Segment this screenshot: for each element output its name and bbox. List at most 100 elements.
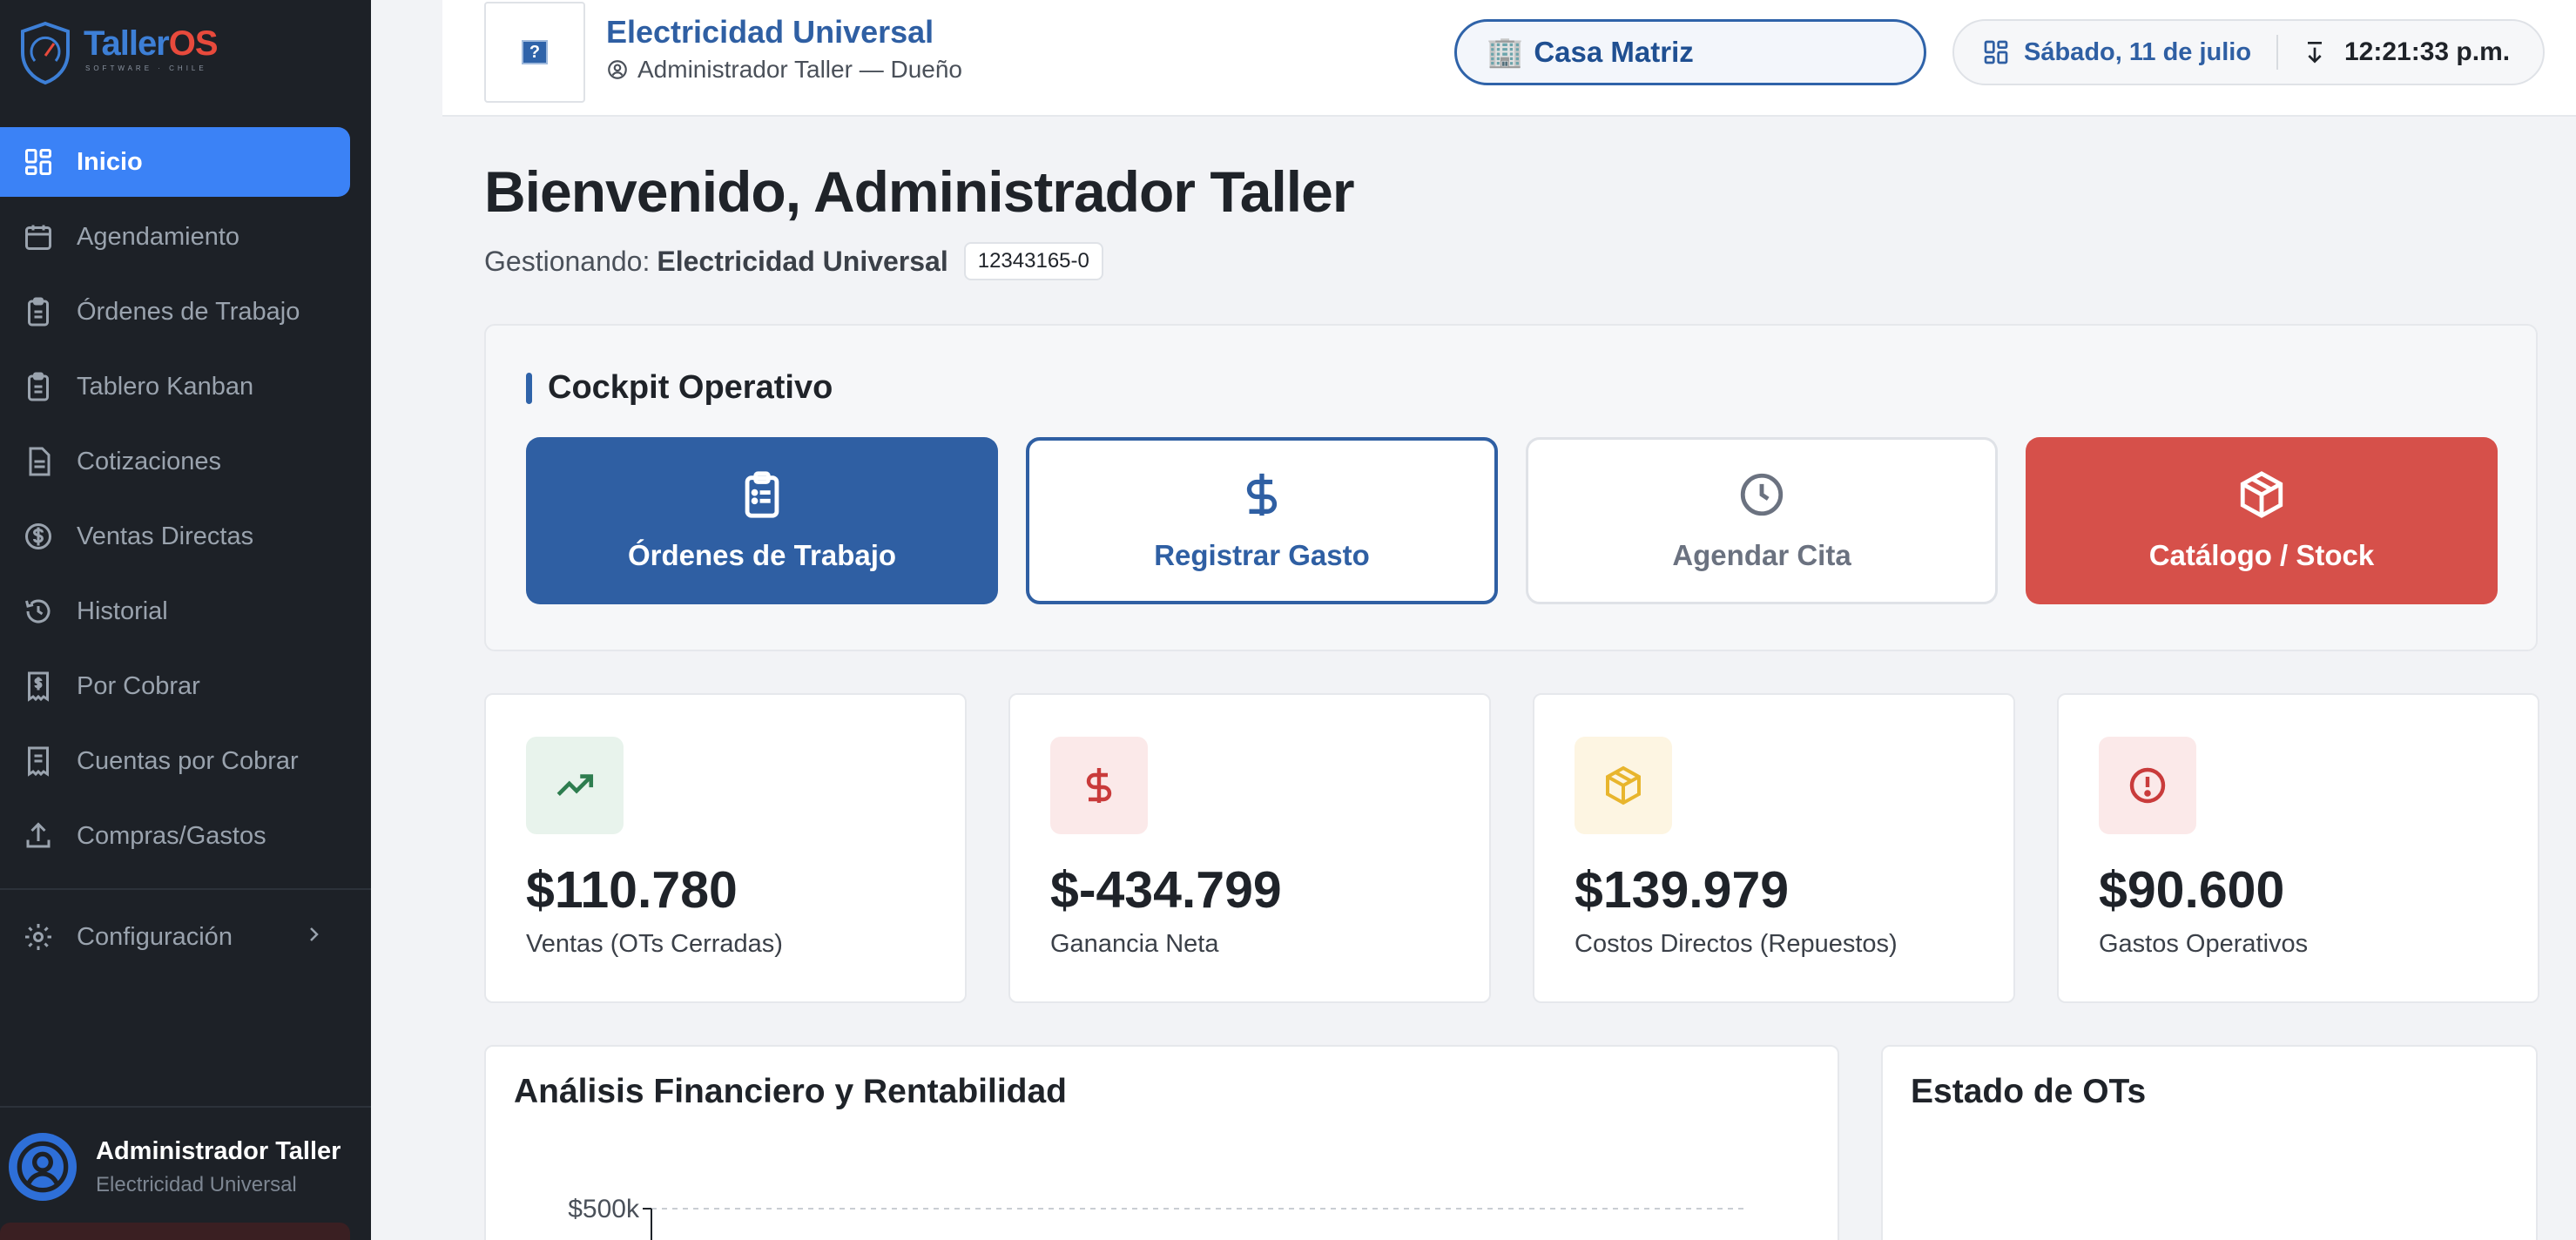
shield-logo-icon bbox=[21, 21, 70, 85]
ot-status-card: Estado de OTs bbox=[1881, 1045, 2538, 1240]
receipt-icon bbox=[21, 744, 56, 778]
user-circle-icon bbox=[17, 1141, 69, 1193]
history-icon bbox=[21, 594, 56, 629]
financial-chart: $500k bbox=[568, 1195, 1749, 1240]
avatar bbox=[9, 1133, 77, 1201]
financial-analysis-card: Análisis Financiero y Rentabilidad $500k bbox=[484, 1045, 1839, 1240]
cockpit-title: Cockpit Operativo bbox=[526, 369, 833, 407]
sidebar-item-label: Órdenes de Trabajo bbox=[77, 297, 300, 326]
stat-label: Ventas (OTs Cerradas) bbox=[526, 930, 783, 958]
current-date: Sábado, 11 de julio bbox=[1954, 38, 2276, 67]
clipboard-icon bbox=[21, 294, 56, 329]
stat-card-gastos: $90.600 Gastos Operativos bbox=[2057, 693, 2539, 1003]
user-circle-icon bbox=[606, 58, 629, 81]
button-label: Catálogo / Stock bbox=[2148, 539, 2375, 571]
stat-value: $110.780 bbox=[526, 861, 738, 919]
clipboard-icon bbox=[737, 469, 787, 520]
cockpit-panel: Cockpit Operativo Órdenes de Trabajo Reg… bbox=[484, 324, 2538, 651]
ordenes-trabajo-button[interactable]: Órdenes de Trabajo bbox=[526, 437, 998, 604]
managing-business: Electricidad Universal bbox=[657, 245, 948, 277]
stat-label: Gastos Operativos bbox=[2099, 930, 2309, 958]
receipt-dollar-icon bbox=[21, 669, 56, 704]
button-label: Órdenes de Trabajo bbox=[627, 539, 897, 571]
branch-selector[interactable]: 🏢 Casa Matriz bbox=[1454, 19, 1926, 85]
stat-card-ventas: $110.780 Ventas (OTs Cerradas) bbox=[484, 693, 967, 1003]
sidebar-item-label: Cotizaciones bbox=[77, 447, 222, 475]
sidebar-item-label: Tablero Kanban bbox=[77, 372, 254, 401]
clock-icon bbox=[1736, 469, 1787, 520]
current-time: 12:21:33 p.m. bbox=[2278, 37, 2510, 67]
sidebar-item-label: Por Cobrar bbox=[77, 671, 200, 700]
sidebar-item-label: Ventas Directas bbox=[77, 522, 254, 550]
sidebar: TallerOS SOFTWARE · CHILE Inicio Agendam… bbox=[0, 0, 371, 1240]
logout-bar[interactable] bbox=[0, 1223, 350, 1240]
agendar-cita-button[interactable]: Agendar Cita bbox=[1526, 437, 1998, 604]
download-icon bbox=[2301, 38, 2329, 66]
box-icon bbox=[2236, 469, 2287, 520]
chevron-right-icon bbox=[303, 923, 324, 952]
date-time-widget: Sábado, 11 de julio 12:21:33 p.m. bbox=[1952, 19, 2545, 85]
branch-label: Casa Matriz bbox=[1534, 36, 1694, 68]
user-divider bbox=[0, 1106, 371, 1108]
dollar-icon bbox=[1050, 737, 1148, 834]
upload-icon bbox=[21, 819, 56, 853]
managing-line: Gestionando: Electricidad Universal 1234… bbox=[484, 242, 1103, 280]
stat-card-costos: $139.979 Costos Directos (Repuestos) bbox=[1533, 693, 2015, 1003]
sidebar-item-label: Historial bbox=[77, 596, 168, 625]
registrar-gasto-button[interactable]: Registrar Gasto bbox=[1026, 437, 1498, 604]
sidebar-item-label: Compras/Gastos bbox=[77, 821, 266, 850]
stat-value: $139.979 bbox=[1575, 861, 1790, 919]
box-icon bbox=[1575, 737, 1672, 834]
user-name: Administrador Taller bbox=[96, 1136, 341, 1165]
sidebar-item-label: Cuentas por Cobrar bbox=[77, 746, 299, 775]
sidebar-item-agendamiento[interactable]: Agendamiento bbox=[0, 202, 350, 272]
alert-circle-icon bbox=[2099, 737, 2196, 834]
sidebar-item-label: Agendamiento bbox=[77, 222, 240, 251]
sidebar-item-historial[interactable]: Historial bbox=[0, 576, 350, 646]
dashboard-icon bbox=[1982, 38, 2010, 66]
sidebar-item-cotizaciones[interactable]: Cotizaciones bbox=[0, 427, 350, 496]
y-tick-label: $500k bbox=[568, 1195, 640, 1223]
top-header: ? Electricidad Universal Administrador T… bbox=[442, 0, 2576, 117]
page-title: Bienvenido, Administrador Taller bbox=[484, 159, 1355, 224]
sidebar-item-cuentas-por-cobrar[interactable]: Cuentas por Cobrar bbox=[0, 726, 350, 796]
sidebar-item-por-cobrar[interactable]: Por Cobrar bbox=[0, 651, 350, 721]
business-logo[interactable]: ? bbox=[484, 2, 585, 103]
sidebar-item-kanban[interactable]: Tablero Kanban bbox=[0, 352, 350, 421]
catalogo-stock-button[interactable]: Catálogo / Stock bbox=[2026, 437, 2498, 604]
brand-logo[interactable]: TallerOS SOFTWARE · CHILE bbox=[19, 19, 298, 89]
sidebar-nav: Inicio Agendamiento Órdenes de Trabajo T… bbox=[0, 127, 371, 977]
gear-icon bbox=[21, 920, 56, 954]
sidebar-divider bbox=[0, 888, 371, 890]
business-name: Electricidad Universal bbox=[606, 14, 934, 50]
user-org: Electricidad Universal bbox=[96, 1172, 297, 1196]
sidebar-item-inicio[interactable]: Inicio bbox=[0, 127, 350, 197]
sidebar-item-ordenes[interactable]: Órdenes de Trabajo bbox=[0, 277, 350, 347]
stat-label: Ganancia Neta bbox=[1050, 930, 1219, 958]
sidebar-item-ventas-directas[interactable]: Ventas Directas bbox=[0, 502, 350, 571]
user-profile[interactable]: Administrador Taller Electricidad Univer… bbox=[9, 1132, 366, 1202]
button-label: Registrar Gasto bbox=[1154, 539, 1370, 571]
sidebar-item-label: Inicio bbox=[77, 147, 143, 176]
rut-badge: 12343165-0 bbox=[963, 242, 1103, 280]
stat-value: $-434.799 bbox=[1050, 861, 1282, 919]
managing-prefix: Gestionando: bbox=[484, 245, 651, 277]
placeholder-image-icon: ? bbox=[522, 40, 548, 64]
dollar-icon bbox=[1237, 469, 1287, 520]
clipboard-icon bbox=[21, 369, 56, 404]
calendar-icon bbox=[21, 219, 56, 254]
button-label: Agendar Cita bbox=[1672, 539, 1851, 571]
card-title: Estado de OTs bbox=[1911, 1073, 2147, 1110]
sidebar-item-label: Configuración bbox=[77, 922, 233, 951]
brand-name: TallerOS bbox=[84, 24, 219, 63]
sidebar-item-compras-gastos[interactable]: Compras/Gastos bbox=[0, 801, 350, 871]
brand-tagline: SOFTWARE · CHILE bbox=[85, 64, 207, 72]
building-icon: 🏢 bbox=[1487, 36, 1524, 69]
stat-label: Costos Directos (Repuestos) bbox=[1575, 930, 1898, 958]
sidebar-item-configuracion[interactable]: Configuración bbox=[0, 902, 350, 972]
stat-card-ganancia: $-434.799 Ganancia Neta bbox=[1008, 693, 1491, 1003]
user-role: Administrador Taller — Dueño bbox=[606, 56, 962, 84]
stat-value: $90.600 bbox=[2099, 861, 2285, 919]
document-icon bbox=[21, 444, 56, 479]
trending-up-icon bbox=[526, 737, 624, 834]
